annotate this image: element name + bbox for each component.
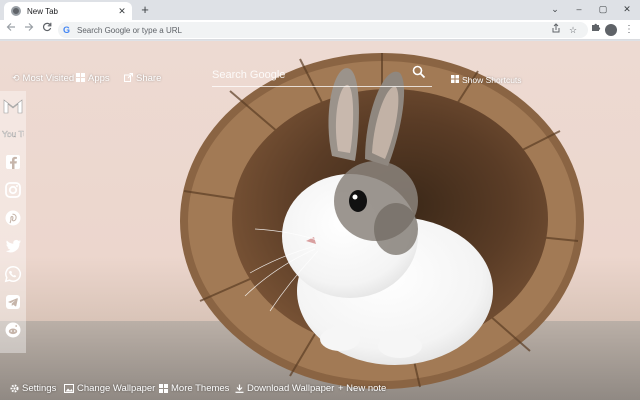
kebab-menu-icon[interactable]: ⋮ <box>622 22 636 38</box>
new-tab-button[interactable]: + <box>138 2 152 18</box>
back-arrow-icon <box>6 23 15 31</box>
most-visited-link[interactable]: ⟲ Most Visited <box>12 71 74 85</box>
new-note-button[interactable]: + New note <box>338 380 386 396</box>
omnibox-placeholder: Search Google or type a URL <box>77 25 182 35</box>
download-wallpaper-link[interactable]: Download Wallpaper <box>235 380 334 396</box>
reddit-icon[interactable] <box>2 319 24 341</box>
reload-icon <box>42 22 52 32</box>
tab-favicon-icon <box>11 6 21 16</box>
pinterest-icon[interactable] <box>2 207 24 229</box>
settings-link[interactable]: Settings <box>10 380 56 396</box>
image-icon <box>64 383 74 393</box>
tab-new-tab[interactable]: New Tab ✕ <box>4 2 132 20</box>
share-link[interactable]: Share <box>124 71 161 85</box>
more-themes-label: More Themes <box>171 382 230 394</box>
most-visited-label: Most Visited <box>22 72 75 84</box>
bookmark-star-icon[interactable]: ☆ <box>567 22 579 38</box>
new-tab-page: ⟲ Most Visited Apps Share Show Shortcuts… <box>0 41 640 400</box>
apps-label: Apps <box>88 72 110 84</box>
show-shortcuts-link[interactable]: Show Shortcuts <box>451 73 522 87</box>
bottom-bar: Settings Change Wallpaper More Themes Do… <box>0 380 640 396</box>
wallpaper-image <box>0 53 640 400</box>
youtube-icon[interactable]: You Tube <box>2 123 38 145</box>
search-button[interactable] <box>412 65 432 85</box>
facebook-icon[interactable] <box>2 151 24 173</box>
search-icon <box>412 65 426 79</box>
themes-grid-icon <box>159 383 168 393</box>
new-note-label: + New note <box>338 382 387 394</box>
more-themes-link[interactable]: More Themes <box>159 380 229 396</box>
apps-link[interactable]: Apps <box>76 71 110 85</box>
share-page-icon[interactable] <box>550 22 562 38</box>
extensions-puzzle-icon[interactable] <box>589 22 603 38</box>
change-wallpaper-link[interactable]: Change Wallpaper <box>64 380 155 396</box>
download-icon <box>235 384 244 393</box>
download-wallpaper-label: Download Wallpaper <box>247 382 335 394</box>
window-close-button[interactable]: ✕ <box>620 3 634 15</box>
apps-grid-icon <box>76 72 85 84</box>
forward-arrow-icon <box>25 23 34 31</box>
tab-search-icon[interactable]: ⌄ <box>548 3 562 15</box>
share-icon <box>124 72 133 84</box>
settings-label: Settings <box>22 382 57 394</box>
gmail-icon[interactable] <box>2 95 24 117</box>
search-box <box>212 65 432 87</box>
tab-title: New Tab <box>27 6 58 16</box>
history-icon: ⟲ <box>12 72 20 83</box>
change-wallpaper-label: Change Wallpaper <box>77 382 156 394</box>
omnibox[interactable]: G Search Google or type a URL <box>58 22 588 38</box>
profile-avatar-icon[interactable] <box>605 24 617 36</box>
social-sidebar: You Tube <box>0 91 38 353</box>
minimize-button[interactable]: – <box>572 3 586 15</box>
reload-button[interactable] <box>40 22 54 38</box>
back-button[interactable] <box>4 22 18 38</box>
show-shortcuts-label: Show Shortcuts <box>462 75 522 85</box>
instagram-icon[interactable] <box>2 179 24 201</box>
share-label: Share <box>136 72 162 84</box>
tab-strip: New Tab ✕ + ⌄ – ▢ ✕ <box>0 0 640 20</box>
search-input[interactable] <box>212 67 402 83</box>
maximize-button[interactable]: ▢ <box>596 3 610 15</box>
gear-icon <box>10 384 19 392</box>
twitter-icon[interactable] <box>2 235 24 257</box>
whatsapp-icon[interactable] <box>2 263 24 285</box>
close-icon[interactable]: ✕ <box>116 6 128 17</box>
shortcuts-grid-icon <box>451 75 459 85</box>
youtube-label: You Tube <box>2 129 24 139</box>
google-g-icon: G <box>63 25 71 35</box>
forward-button[interactable] <box>22 22 36 38</box>
telegram-icon[interactable] <box>2 291 24 313</box>
browser-toolbar: G Search Google or type a URL ☆ ⋮ <box>0 20 640 40</box>
